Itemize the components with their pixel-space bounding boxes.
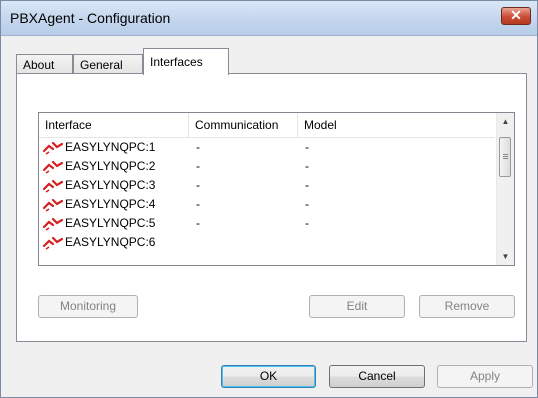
list-header: Interface Communication Model	[39, 113, 495, 138]
column-header-interface[interactable]: Interface	[39, 113, 189, 137]
model-value: -	[305, 140, 309, 154]
scrollbar-thumb[interactable]	[499, 137, 511, 177]
list-row[interactable]: EASYLYNQPC:6	[39, 233, 495, 252]
communication-value: -	[196, 178, 200, 192]
interface-name: EASYLYNQPC:1	[65, 140, 156, 154]
configuration-window: PBXAgent - Configuration ✕ About General…	[0, 0, 538, 398]
edit-button[interactable]: Edit	[309, 295, 405, 318]
ok-button[interactable]: OK	[221, 365, 316, 388]
scroll-down-arrow-icon[interactable]: ▼	[497, 248, 514, 265]
model-value: -	[305, 216, 309, 230]
column-header-model[interactable]: Model	[298, 113, 495, 137]
tab-interfaces[interactable]: Interfaces	[143, 48, 229, 75]
disconnected-plug-icon	[42, 198, 64, 212]
tab-about[interactable]: About	[16, 54, 73, 75]
communication-value: -	[196, 197, 200, 211]
title-bar[interactable]: PBXAgent - Configuration ✕	[1, 1, 537, 36]
disconnected-plug-icon	[42, 217, 64, 231]
close-button[interactable]: ✕	[501, 7, 531, 25]
disconnected-plug-icon	[42, 179, 64, 193]
model-value: -	[305, 159, 309, 173]
interfaces-list[interactable]: Interface Communication Model EASYLYNQPC…	[38, 112, 515, 266]
scroll-up-arrow-icon[interactable]: ▲	[497, 113, 514, 130]
disconnected-plug-icon	[42, 141, 64, 155]
monitoring-button[interactable]: Monitoring	[38, 295, 138, 318]
list-row[interactable]: EASYLYNQPC:4 - -	[39, 195, 495, 214]
apply-button[interactable]: Apply	[437, 365, 533, 388]
interfaces-panel: Interface Communication Model EASYLYNQPC…	[16, 73, 527, 342]
column-header-communication[interactable]: Communication	[189, 113, 298, 137]
remove-button[interactable]: Remove	[419, 295, 515, 318]
window-title: PBXAgent - Configuration	[10, 10, 171, 26]
vertical-scrollbar[interactable]: ▲ ▼	[496, 113, 514, 265]
cancel-button[interactable]: Cancel	[329, 365, 425, 388]
interface-name: EASYLYNQPC:6	[65, 235, 156, 249]
list-row[interactable]: EASYLYNQPC:5 - -	[39, 214, 495, 233]
tab-general[interactable]: General	[73, 54, 143, 75]
model-value: -	[305, 178, 309, 192]
interface-name: EASYLYNQPC:2	[65, 159, 156, 173]
disconnected-plug-icon	[42, 160, 64, 174]
model-value: -	[305, 197, 309, 211]
communication-value: -	[196, 159, 200, 173]
list-row[interactable]: EASYLYNQPC:1 - -	[39, 138, 495, 157]
close-icon: ✕	[510, 7, 522, 23]
list-rows: EASYLYNQPC:1 - - EASYLYNQPC:2 - - EASYLY…	[39, 138, 495, 252]
communication-value: -	[196, 140, 200, 154]
grip-icon	[503, 154, 508, 155]
interface-name: EASYLYNQPC:3	[65, 178, 156, 192]
interface-name: EASYLYNQPC:5	[65, 216, 156, 230]
communication-value: -	[196, 216, 200, 230]
disconnected-plug-icon	[42, 236, 64, 250]
interface-name: EASYLYNQPC:4	[65, 197, 156, 211]
list-row[interactable]: EASYLYNQPC:2 - -	[39, 157, 495, 176]
list-row[interactable]: EASYLYNQPC:3 - -	[39, 176, 495, 195]
